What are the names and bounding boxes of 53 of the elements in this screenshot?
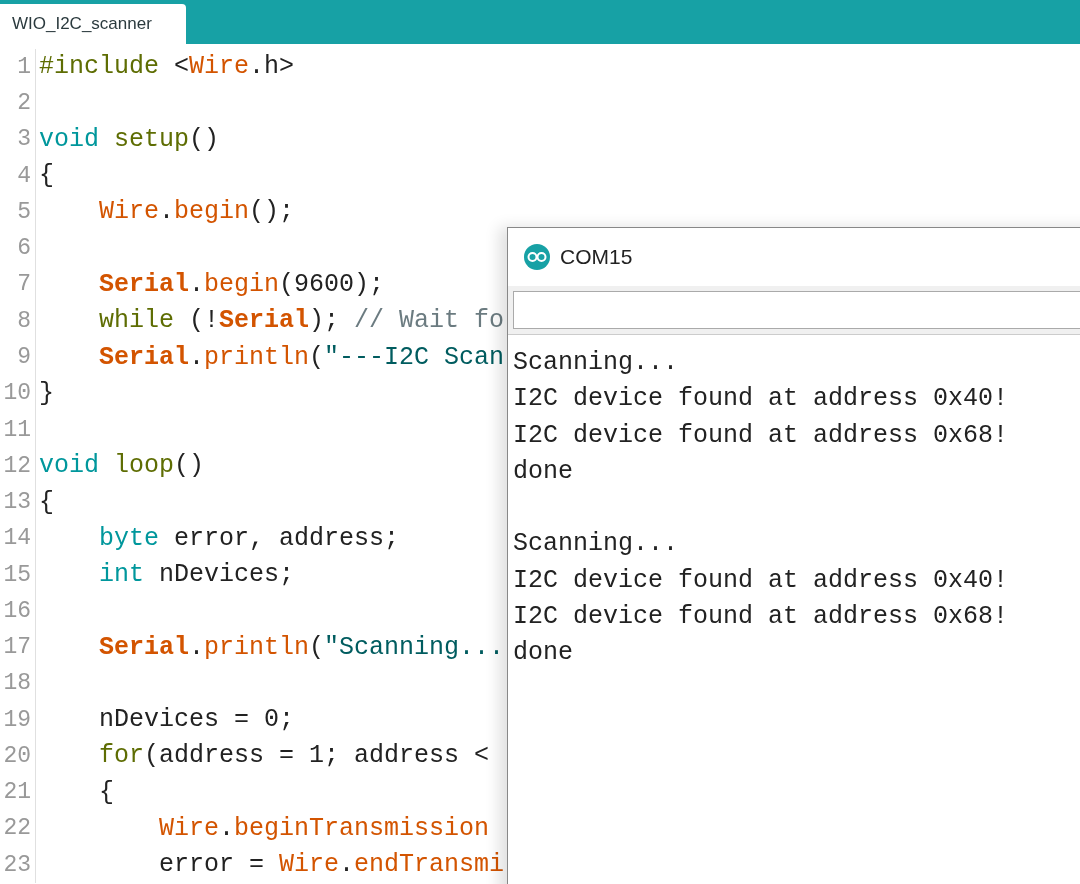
- window-title: COM15: [560, 244, 633, 271]
- code-line: nDevices = 0;: [98, 704, 295, 737]
- line-number: 9: [0, 339, 36, 376]
- output-line: Scanning...: [513, 347, 680, 379]
- line-number: 12: [0, 447, 36, 485]
- line-number: 2: [0, 85, 36, 122]
- line-number: 11: [0, 411, 36, 448]
- line-number: 7: [0, 266, 36, 303]
- file-tab[interactable]: WIO_I2C_scanner: [0, 4, 186, 44]
- line-number: 8: [0, 302, 36, 340]
- line-number: 4: [0, 157, 36, 195]
- line-number: 13: [0, 484, 36, 521]
- code-line: {: [98, 776, 114, 809]
- code-line: Serial.println("---I2C Scan: [98, 341, 505, 374]
- output-line: done: [513, 637, 574, 670]
- code-line: for(address = 1; address <: [98, 740, 490, 773]
- line-number: 15: [0, 556, 36, 593]
- line-number: 5: [0, 194, 36, 231]
- code-line: {: [38, 486, 54, 519]
- output-line: I2C device found at address 0x40!: [513, 564, 1010, 597]
- code-line: void loop(): [38, 450, 205, 483]
- output-line: I2C device found at address 0x68!: [513, 601, 1010, 634]
- code-line: Wire.beginTransmission: [158, 812, 490, 845]
- code-line: Serial.begin(9600);: [98, 269, 385, 301]
- line-number: 22: [0, 810, 36, 847]
- code-line: Serial.println("Scanning...: [98, 631, 505, 664]
- code-line: }: [38, 377, 54, 410]
- line-number: 10: [0, 375, 36, 412]
- output-line: I2C device found at address 0x40!: [513, 383, 1010, 416]
- line-number: 21: [0, 774, 36, 811]
- code-line: Wire.begin();: [98, 196, 295, 229]
- code-line: void setup(): [38, 123, 220, 156]
- code-line: error = Wire.endTransmi: [158, 849, 505, 882]
- line-number: 23: [0, 846, 36, 884]
- code-line: #include <Wire.h>: [38, 51, 295, 84]
- app-logo-icon: [524, 244, 550, 270]
- line-number: 18: [0, 665, 36, 702]
- line-number: 3: [0, 121, 36, 158]
- code-line: int nDevices;: [98, 559, 295, 592]
- code-line: byte error, address;: [98, 522, 400, 555]
- line-number: 16: [0, 593, 36, 630]
- line-number: 14: [0, 520, 36, 557]
- input-field[interactable]: [513, 291, 1080, 329]
- output-line: I2C device found at address 0x68!: [513, 419, 1010, 452]
- output-line: Scanning...: [513, 528, 680, 561]
- output-line: done: [513, 455, 574, 488]
- line-number: 20: [0, 738, 36, 775]
- line-number: 6: [0, 230, 36, 267]
- code-line: {: [38, 160, 54, 193]
- code-line: while (!Serial); // Wait fo: [98, 305, 505, 338]
- line-number: 17: [0, 629, 36, 666]
- line-number: 19: [0, 701, 36, 739]
- line-number: 1: [0, 49, 36, 86]
